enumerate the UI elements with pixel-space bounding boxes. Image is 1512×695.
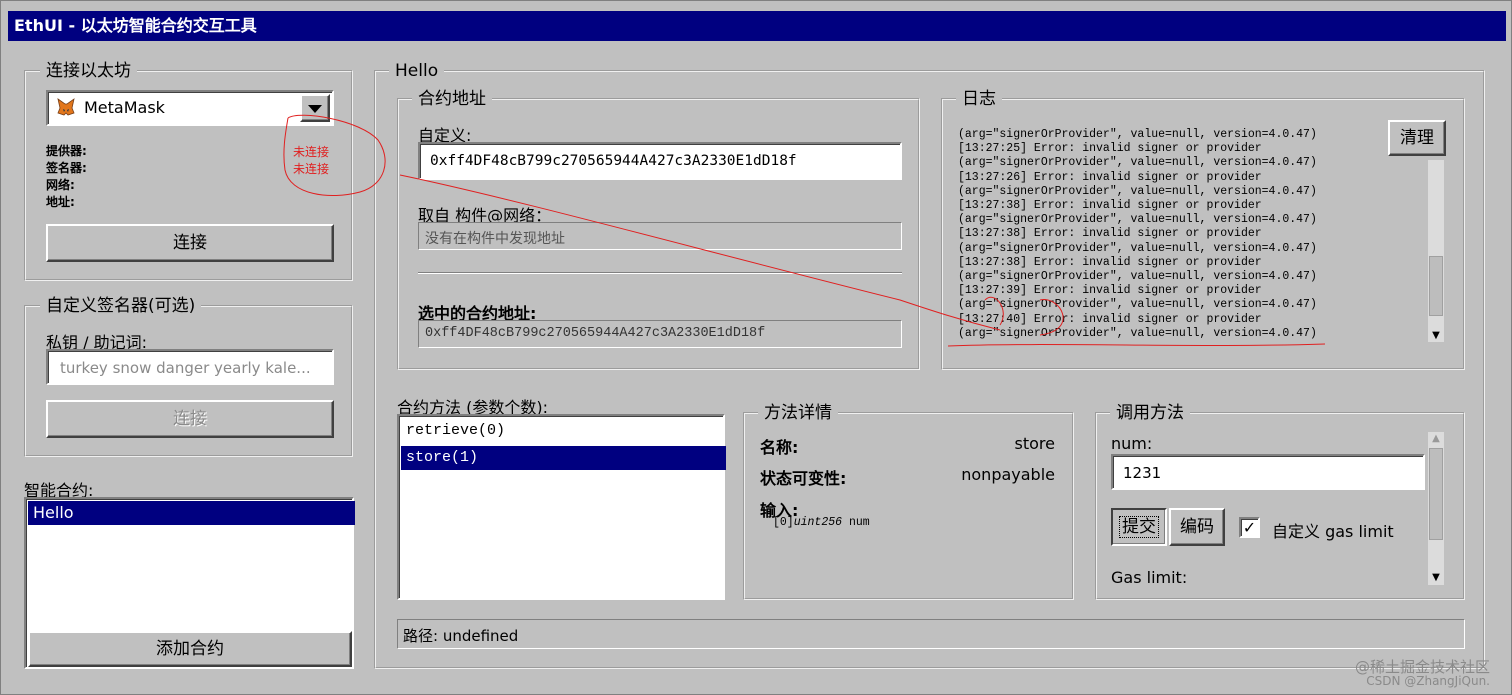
provider-label: 提供器:	[46, 144, 87, 158]
contract-address-title: 合约地址	[412, 89, 492, 109]
param-num-value: 1231	[1123, 464, 1162, 482]
scroll-up-icon[interactable]: ▲	[1428, 433, 1444, 445]
address-label: 地址:	[46, 195, 75, 209]
log-line: [13:27:40] Error: invalid signer or prov…	[958, 312, 1262, 326]
gas-limit-checkbox-label: 自定义 gas limit	[1272, 522, 1394, 541]
submit-button-label: 提交	[1119, 516, 1159, 538]
log-line: (arg="signerOrProvider", value=null, ver…	[958, 270, 1317, 284]
invoke-scrollbar-thumb[interactable]	[1429, 448, 1443, 540]
custom-signer-title: 自定义签名器(可选)	[40, 296, 202, 316]
log-line: (arg="signerOrProvider", value=null, ver…	[958, 213, 1317, 227]
private-key-input[interactable]: turkey snow danger yearly kale...	[46, 349, 334, 385]
log-line: [13:27:38] Error: invalid signer or prov…	[958, 227, 1262, 241]
log-scrollbar[interactable]: ▼	[1428, 160, 1444, 342]
log-text-area: (arg="signerOrProvider", value=null, ver…	[958, 128, 1383, 346]
log-line: [13:27:26] Error: invalid signer or prov…	[958, 170, 1262, 184]
main-panel-title: Hello	[389, 61, 445, 81]
method-item-retrieve[interactable]: retrieve(0)	[401, 419, 726, 443]
checkmark-icon: ✓	[1242, 518, 1257, 537]
status-annotation-2: 未连接	[293, 162, 330, 176]
log-line: [13:27:38] Error: invalid signer or prov…	[958, 255, 1262, 269]
selected-address-field: 0xff4DF48cB799c270565944A427c3A2330E1dD1…	[418, 320, 902, 348]
signer-connect-button[interactable]: 连接	[46, 400, 334, 438]
connect-button[interactable]: 连接	[46, 224, 334, 262]
input-name: num	[848, 516, 870, 529]
network-label: 网络:	[46, 178, 75, 192]
custom-address-input[interactable]: 0xff4DF48cB799c270565944A427c3A2330E1dD1…	[418, 142, 902, 180]
log-line: (arg="signerOrProvider", value=null, ver…	[958, 156, 1317, 170]
title-bar: EthUI - 以太坊智能合约交互工具	[8, 11, 1506, 41]
watermark-line2: CSDN @ZhangJiQun.	[1366, 674, 1490, 688]
submit-button[interactable]: 提交	[1111, 508, 1167, 546]
log-line: [13:27:39] Error: invalid signer or prov…	[958, 284, 1262, 298]
artifact-address-field: 没有在构件中发现地址	[418, 222, 902, 250]
encode-button[interactable]: 编码	[1169, 508, 1225, 546]
log-line: (arg="signerOrProvider", value=null, ver…	[958, 298, 1317, 312]
separator	[418, 272, 902, 274]
path-bar: 路径: undefined	[397, 619, 1465, 649]
invoke-title: 调用方法	[1110, 403, 1190, 423]
log-line: [13:27:25] Error: invalid signer or prov…	[958, 142, 1262, 156]
invoke-scrollbar[interactable]: ▲ ▼	[1428, 432, 1444, 585]
add-contract-button[interactable]: 添加合约	[28, 631, 352, 667]
selected-address-value: 0xff4DF48cB799c270565944A427c3A2330E1dD1…	[425, 326, 766, 341]
methods-list[interactable]: retrieve(0) store(1)	[397, 414, 726, 600]
method-name-value: store	[1014, 434, 1055, 453]
param-num-input[interactable]: 1231	[1111, 454, 1425, 490]
method-name-label: 名称:	[760, 438, 799, 457]
contract-list-item[interactable]: Hello	[28, 501, 355, 525]
log-line: (arg="signerOrProvider", value=null, ver…	[958, 184, 1317, 198]
dropdown-arrow-button[interactable]	[300, 94, 330, 122]
private-key-placeholder: turkey snow danger yearly kale...	[60, 359, 311, 377]
input-index: [0]	[773, 516, 794, 529]
provider-select[interactable]: MetaMask	[46, 90, 334, 126]
log-line: (arg="signerOrProvider", value=null, ver…	[958, 128, 1317, 141]
provider-select-value: MetaMask	[84, 98, 165, 117]
artifact-address-value: 没有在构件中发现地址	[425, 231, 565, 247]
log-line: (arg="signerOrProvider", value=null, ver…	[958, 326, 1317, 340]
path-text: 路径: undefined	[403, 627, 519, 645]
method-item-store[interactable]: store(1)	[401, 446, 726, 470]
gas-limit-checkbox[interactable]: ✓	[1239, 517, 1260, 538]
scroll-down-icon[interactable]: ▼	[1428, 330, 1444, 342]
custom-address-value: 0xff4DF48cB799c270565944A427c3A2330E1dD1…	[430, 153, 797, 169]
log-title: 日志	[956, 89, 1002, 109]
scroll-down-icon[interactable]: ▼	[1428, 572, 1444, 584]
input-entry: [0]uint256 num	[773, 516, 870, 529]
state-mutability-value: nonpayable	[961, 465, 1055, 484]
method-detail-title: 方法详情	[758, 403, 838, 423]
gas-limit-label: Gas limit:	[1111, 568, 1188, 587]
log-lines: (arg="signerOrProvider", value=null, ver…	[958, 128, 1383, 341]
param-num-label: num:	[1111, 434, 1153, 453]
log-line: [13:27:38] Error: invalid signer or prov…	[958, 199, 1262, 213]
input-type: uint256	[793, 516, 843, 529]
clear-log-button[interactable]: 清理	[1388, 120, 1446, 156]
status-annotation-1: 未连接	[293, 145, 330, 159]
signer-label: 签名器:	[46, 161, 87, 175]
chevron-down-icon	[308, 105, 322, 113]
connect-group-title: 连接以太坊	[40, 61, 137, 81]
scrollbar-thumb[interactable]	[1429, 256, 1443, 316]
log-line: (arg="signerOrProvider", value=null, ver…	[958, 241, 1317, 255]
metamask-fox-icon	[56, 97, 76, 117]
state-mutability-label: 状态可变性:	[760, 469, 847, 488]
